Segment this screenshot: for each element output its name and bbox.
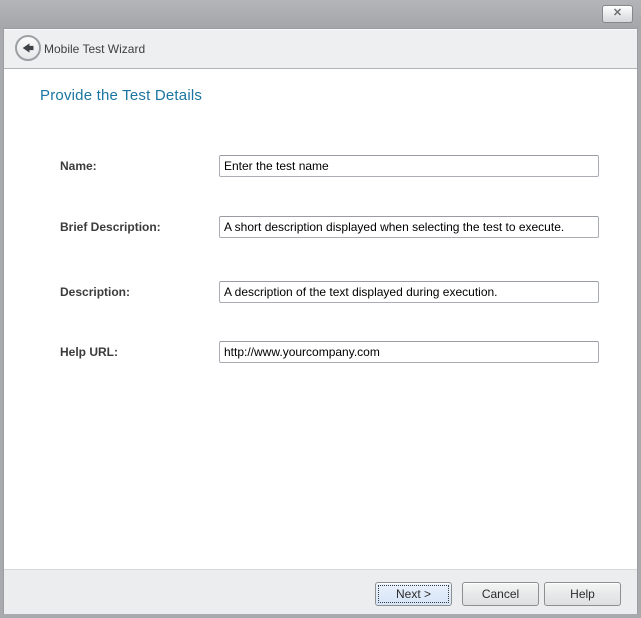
brief-description-label: Brief Description:	[60, 220, 161, 234]
wizard-header: Mobile Test Wizard	[4, 29, 637, 69]
description-input[interactable]	[219, 281, 599, 303]
close-button[interactable]: ✕	[602, 5, 633, 23]
form-row-help-url: Help URL:	[4, 341, 637, 365]
client-area: Mobile Test Wizard Provide the Test Deta…	[3, 28, 638, 614]
wizard-title: Mobile Test Wizard	[44, 29, 145, 69]
name-input[interactable]	[219, 155, 599, 177]
close-icon: ✕	[613, 7, 622, 19]
help-url-label: Help URL:	[60, 345, 118, 359]
form-row-description: Description:	[4, 281, 637, 305]
mobile-test-wizard-window: ✕ Mobile Test Wizard Provide the Test De…	[0, 0, 641, 618]
back-arrow-icon	[18, 38, 38, 58]
description-label: Description:	[60, 285, 130, 299]
footer-bar: Next > Cancel Help	[4, 569, 637, 614]
help-url-input[interactable]	[219, 341, 599, 363]
titlebar[interactable]: ✕	[0, 0, 641, 28]
next-button[interactable]: Next >	[375, 582, 452, 606]
form-row-brief-description: Brief Description:	[4, 216, 637, 240]
help-button[interactable]: Help	[544, 582, 621, 606]
page-title: Provide the Test Details	[40, 87, 202, 104]
back-button[interactable]	[15, 35, 41, 61]
brief-description-input[interactable]	[219, 216, 599, 238]
name-label: Name:	[60, 159, 97, 173]
form-row-name: Name:	[4, 155, 637, 179]
cancel-button[interactable]: Cancel	[462, 582, 539, 606]
